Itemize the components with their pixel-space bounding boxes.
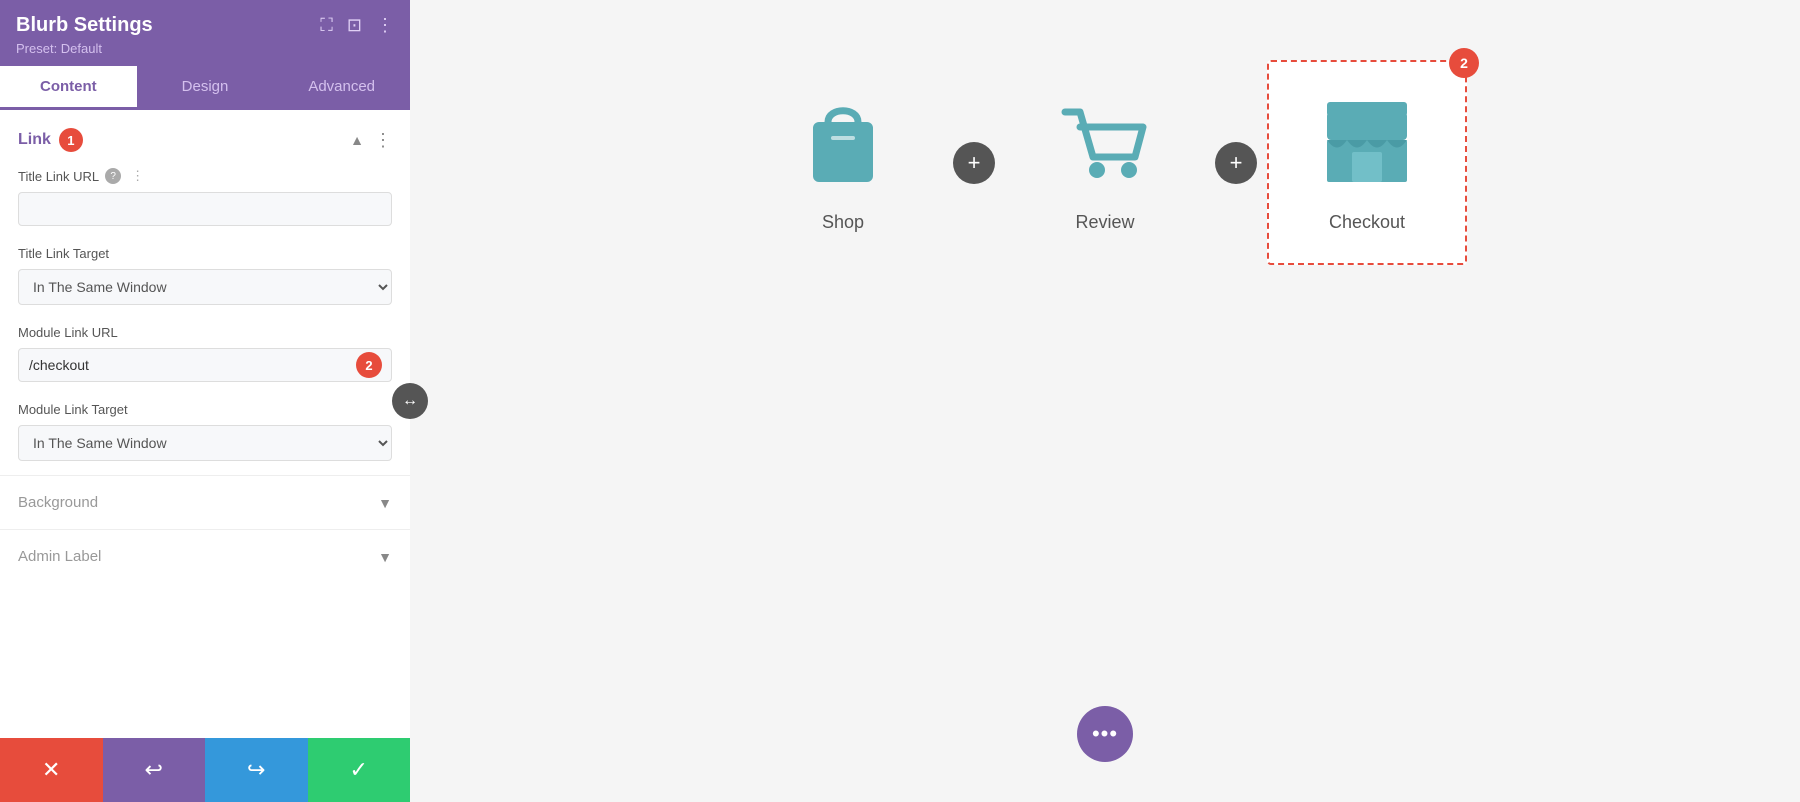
checkout-icon: [1317, 92, 1417, 192]
resize-handle[interactable]: ↔: [392, 383, 428, 419]
checkout-badge: 2: [1449, 48, 1479, 78]
link-section-header: Link 1 ▲ ⋮: [0, 110, 410, 162]
save-button[interactable]: ✓: [308, 738, 411, 802]
title-link-url-input[interactable]: [18, 192, 392, 226]
title-link-target-group: Title Link Target In The Same Window In …: [0, 240, 410, 319]
link-options-icon[interactable]: ⋮: [374, 130, 392, 151]
cancel-button[interactable]: ✕: [0, 738, 103, 802]
title-link-target-label: Title Link Target: [18, 246, 392, 261]
redo-button[interactable]: ↪: [205, 738, 308, 802]
help-icon[interactable]: ?: [105, 168, 121, 184]
background-section[interactable]: Background ▼: [0, 475, 410, 529]
sidebar-header: Blurb Settings ⛶ ⊡ ⋮ Preset: Default: [0, 0, 410, 66]
blurb-shop[interactable]: Shop: [743, 62, 943, 263]
module-link-target-label: Module Link Target: [18, 402, 392, 417]
sidebar-content: Link 1 ▲ ⋮ Title Link URL ? ⋮ Title Link…: [0, 110, 410, 738]
blurbs-row: Shop + Review + 2: [555, 60, 1655, 265]
tab-content[interactable]: Content: [0, 66, 137, 110]
review-label: Review: [1075, 212, 1134, 233]
module-link-url-input[interactable]: [18, 348, 392, 382]
module-link-target-group: Module Link Target In The Same Window In…: [0, 396, 410, 475]
shop-label: Shop: [822, 212, 864, 233]
add-button-1[interactable]: +: [953, 142, 995, 184]
title-link-url-group: Title Link URL ? ⋮: [0, 162, 410, 240]
undo-button[interactable]: ↩: [103, 738, 206, 802]
blurb-checkout[interactable]: 2 Checkout: [1267, 60, 1467, 265]
sidebar-title: Blurb Settings: [16, 14, 153, 37]
background-chevron-down-icon[interactable]: ▼: [378, 495, 392, 511]
checkout-label: Checkout: [1329, 212, 1405, 233]
link-section-icons: ▲ ⋮: [350, 130, 392, 151]
admin-label-chevron-down-icon[interactable]: ▼: [378, 549, 392, 565]
tabs-bar: Content Design Advanced: [0, 66, 410, 110]
link-label: Link: [18, 131, 51, 149]
sidebar-footer: ✕ ↩ ↪ ✓: [0, 738, 410, 802]
module-link-url-label: Module Link URL: [18, 325, 392, 340]
link-section-title: Link 1: [18, 128, 83, 152]
shop-icon: [793, 92, 893, 192]
module-link-url-group: Module Link URL 2: [0, 319, 410, 396]
blurb-review[interactable]: Review: [1005, 62, 1205, 263]
more-icon[interactable]: ⋮: [376, 15, 394, 36]
background-label: Background: [18, 494, 98, 511]
preset-label[interactable]: Preset: Default: [16, 41, 394, 56]
module-link-url-wrapper: 2: [18, 348, 392, 382]
tab-advanced[interactable]: Advanced: [273, 66, 410, 110]
module-link-target-select[interactable]: In The Same Window In A New Tab: [18, 425, 392, 461]
admin-label-section[interactable]: Admin Label ▼: [0, 529, 410, 583]
link-chevron-up-icon[interactable]: ▲: [350, 132, 364, 148]
module-link-url-badge: 2: [356, 352, 382, 378]
columns-icon[interactable]: ⊡: [347, 15, 362, 36]
link-badge: 1: [59, 128, 83, 152]
header-icons: ⛶ ⊡ ⋮: [320, 15, 394, 36]
add-button-2[interactable]: +: [1215, 142, 1257, 184]
field-more-icon[interactable]: ⋮: [131, 168, 144, 184]
admin-label-label: Admin Label: [18, 548, 101, 565]
title-link-url-label: Title Link URL ? ⋮: [18, 168, 392, 184]
main-canvas: Shop + Review + 2: [410, 0, 1800, 802]
more-options-button[interactable]: •••: [1077, 706, 1133, 762]
expand-icon[interactable]: ⛶: [320, 15, 333, 36]
tab-design[interactable]: Design: [137, 66, 274, 110]
review-icon: [1055, 92, 1155, 192]
title-link-target-select[interactable]: In The Same Window In A New Tab: [18, 269, 392, 305]
sidebar: Blurb Settings ⛶ ⊡ ⋮ Preset: Default Con…: [0, 0, 410, 802]
